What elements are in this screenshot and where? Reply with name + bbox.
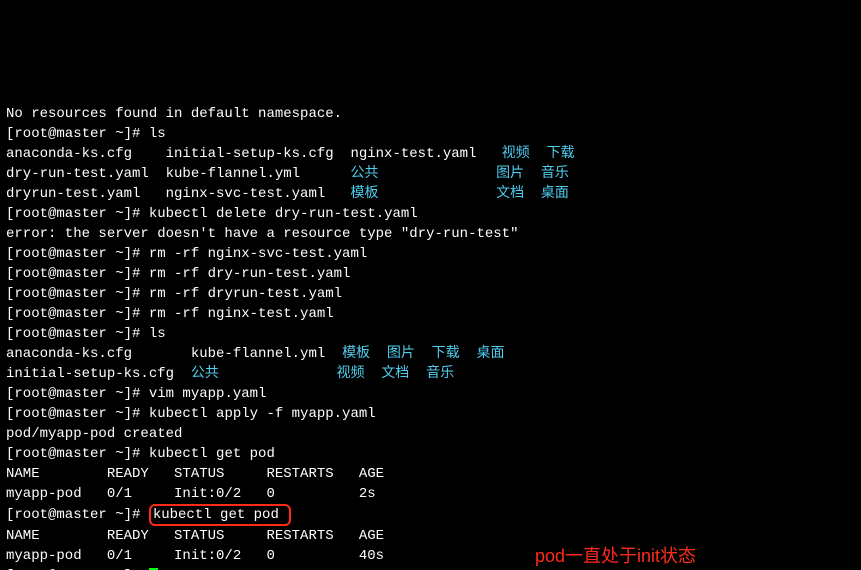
table-row: myapp-pod 0/1 Init:0/2 0 40s xyxy=(6,548,384,564)
terminal[interactable]: No resources found in default namespace.… xyxy=(0,80,861,570)
ls-output: initial-setup-ks.cfg xyxy=(6,366,191,382)
cmd: vim myapp.yaml xyxy=(149,386,267,402)
prompt: [root@master ~]# xyxy=(6,326,149,342)
prompt: [root@master ~]# xyxy=(6,126,149,142)
error-line: error: the server doesn't have a resourc… xyxy=(6,226,518,242)
ls-output: dryrun-test.yaml nginx-svc-test.yaml xyxy=(6,186,350,202)
ls-output: 公共 图片 音乐 xyxy=(350,166,568,182)
table-header: NAME READY STATUS RESTARTS AGE xyxy=(6,466,384,482)
cmd: kubectl apply -f myapp.yaml xyxy=(149,406,376,422)
cmd: rm -rf dryrun-test.yaml xyxy=(149,286,342,302)
table-header: NAME READY STATUS RESTARTS AGE xyxy=(6,528,384,544)
ls-output: 视频 下载 xyxy=(502,146,575,162)
prompt: [root@master ~]# xyxy=(6,507,149,523)
ls-output: 模板 图片 下载 桌面 xyxy=(342,346,504,362)
ls-output: 模板 文档 桌面 xyxy=(350,186,568,202)
prompt: [root@master ~]# xyxy=(6,206,149,222)
cmd: kubectl delete dry-run-test.yaml xyxy=(149,206,418,222)
cmd: rm -rf dry-run-test.yaml xyxy=(149,266,351,282)
prompt: [root@master ~]# xyxy=(6,306,149,322)
prompt: [root@master ~]# xyxy=(6,286,149,302)
output-line: No resources found in default namespace. xyxy=(6,106,342,122)
cursor[interactable] xyxy=(149,568,158,570)
prompt: [root@master ~]# xyxy=(6,386,149,402)
prompt: [root@master ~]# xyxy=(6,246,149,262)
cmd: ls xyxy=(149,326,166,342)
cmd: kubectl get pod xyxy=(149,446,275,462)
ls-output: anaconda-ks.cfg initial-setup-ks.cfg ngi… xyxy=(6,146,502,162)
ls-output: dry-run-test.yaml kube-flannel.yml xyxy=(6,166,350,182)
prompt: [root@master ~]# xyxy=(6,446,149,462)
output-line: pod/myapp-pod created xyxy=(6,426,182,442)
cmd: kubectl get pod xyxy=(153,507,287,523)
prompt: [root@master ~]# xyxy=(6,266,149,282)
cmd: rm -rf nginx-svc-test.yaml xyxy=(149,246,367,262)
table-row: myapp-pod 0/1 Init:0/2 0 2s xyxy=(6,486,376,502)
annotation-text: pod一直处于init状态 xyxy=(535,546,696,566)
highlighted-command: kubectl get pod xyxy=(149,504,291,526)
prompt: [root@master ~]# xyxy=(6,568,149,570)
cmd: rm -rf nginx-test.yaml xyxy=(149,306,334,322)
ls-output: anaconda-ks.cfg kube-flannel.yml xyxy=(6,346,342,362)
cmd: ls xyxy=(149,126,166,142)
prompt: [root@master ~]# xyxy=(6,406,149,422)
ls-output: 公共 视频 文档 音乐 xyxy=(191,366,454,382)
